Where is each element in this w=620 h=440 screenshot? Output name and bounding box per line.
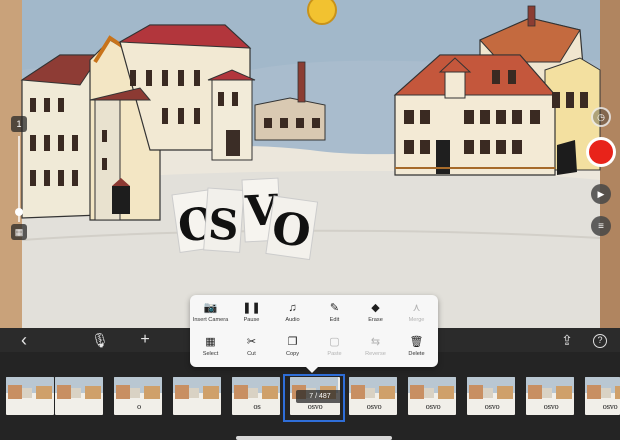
- trash-icon: 🗑: [409, 336, 424, 348]
- music-note-icon: ♫: [288, 302, 297, 314]
- selected-frame-border: [283, 374, 345, 422]
- reverse-icon: ⇆: [370, 336, 381, 348]
- frame-thumbnail[interactable]: osvo: [526, 377, 574, 415]
- back-button[interactable]: ‹: [14, 331, 34, 349]
- menu-button[interactable]: ≡: [591, 216, 611, 236]
- help-button[interactable]: ?: [590, 331, 610, 349]
- onion-skin-slider[interactable]: 1 ▦: [8, 112, 30, 242]
- delete-button[interactable]: 🗑 Delete: [396, 335, 437, 365]
- copy-icon: ❐: [287, 336, 298, 348]
- frame-count-icon: 1: [11, 116, 27, 132]
- merge-icon: ⋏: [412, 302, 421, 314]
- share-icon[interactable]: ⇪: [557, 331, 577, 349]
- frame-thumbnail[interactable]: [55, 377, 103, 415]
- clipboard-icon: ▢: [329, 336, 340, 348]
- audio-button[interactable]: ♫ Audio: [272, 301, 313, 331]
- play-button[interactable]: ▶: [591, 184, 611, 204]
- letter-o2: O: [269, 202, 314, 258]
- frame-thumbnail[interactable]: [6, 377, 54, 415]
- copy-button[interactable]: ❐ Copy: [272, 335, 313, 365]
- letter-s: S: [207, 199, 241, 250]
- merge-button[interactable]: ⋏ Merge: [396, 301, 437, 331]
- pause-button[interactable]: ❚❚ Pause: [231, 301, 272, 331]
- edit-button[interactable]: ✎ Edit: [314, 301, 355, 331]
- brush-icon: ✎: [329, 302, 340, 314]
- camera-icon: 📷: [203, 302, 218, 314]
- eraser-icon: ◆: [371, 302, 380, 314]
- select-icon: ▦: [205, 336, 216, 348]
- help-icon: ?: [593, 334, 607, 348]
- frame-thumbnail[interactable]: o: [114, 377, 162, 415]
- stop-motion-app: O S V O 1 ▦ ◷ ▶ ≡ ‹ 🎙 + ⇪ ? o os osvo 7 …: [0, 0, 620, 440]
- drawing-scene: O S V O: [0, 0, 620, 328]
- home-indicator: [236, 436, 392, 440]
- frame-thumbnail[interactable]: osvo: [349, 377, 397, 415]
- add-button[interactable]: +: [135, 331, 155, 349]
- grid-icon[interactable]: ▦: [11, 224, 27, 240]
- timer-icon[interactable]: ◷: [591, 107, 611, 127]
- camera-viewport[interactable]: O S V O: [0, 0, 620, 328]
- slider-knob[interactable]: [15, 208, 23, 216]
- frame-thumbnail[interactable]: osvo: [408, 377, 456, 415]
- frame-edit-menu: 📷 Insert Camera ❚❚ Pause ♫ Audio ✎ Edit ◆ Era…: [190, 295, 438, 367]
- frame-thumbnail[interactable]: osvo: [585, 377, 620, 415]
- reverse-button[interactable]: ⇆ Reverse: [355, 335, 396, 365]
- record-button[interactable]: [586, 137, 616, 167]
- erase-button[interactable]: ◆ Erase: [355, 301, 396, 331]
- paste-button[interactable]: ▢ Paste: [314, 335, 355, 365]
- select-button[interactable]: ▦ Select: [190, 335, 231, 365]
- pause-icon: ❚❚: [242, 302, 261, 314]
- insert-camera-button[interactable]: 📷 Insert Camera: [190, 301, 231, 331]
- frame-thumbnail[interactable]: [173, 377, 221, 415]
- mic-icon[interactable]: 🎙: [90, 331, 110, 349]
- menu-pointer: [305, 366, 319, 373]
- frame-thumbnail[interactable]: os: [232, 377, 280, 415]
- frame-thumbnail[interactable]: osvo: [467, 377, 515, 415]
- record-icon: [589, 140, 613, 164]
- scissors-icon: ✂: [246, 336, 257, 348]
- cut-button[interactable]: ✂ Cut: [231, 335, 272, 365]
